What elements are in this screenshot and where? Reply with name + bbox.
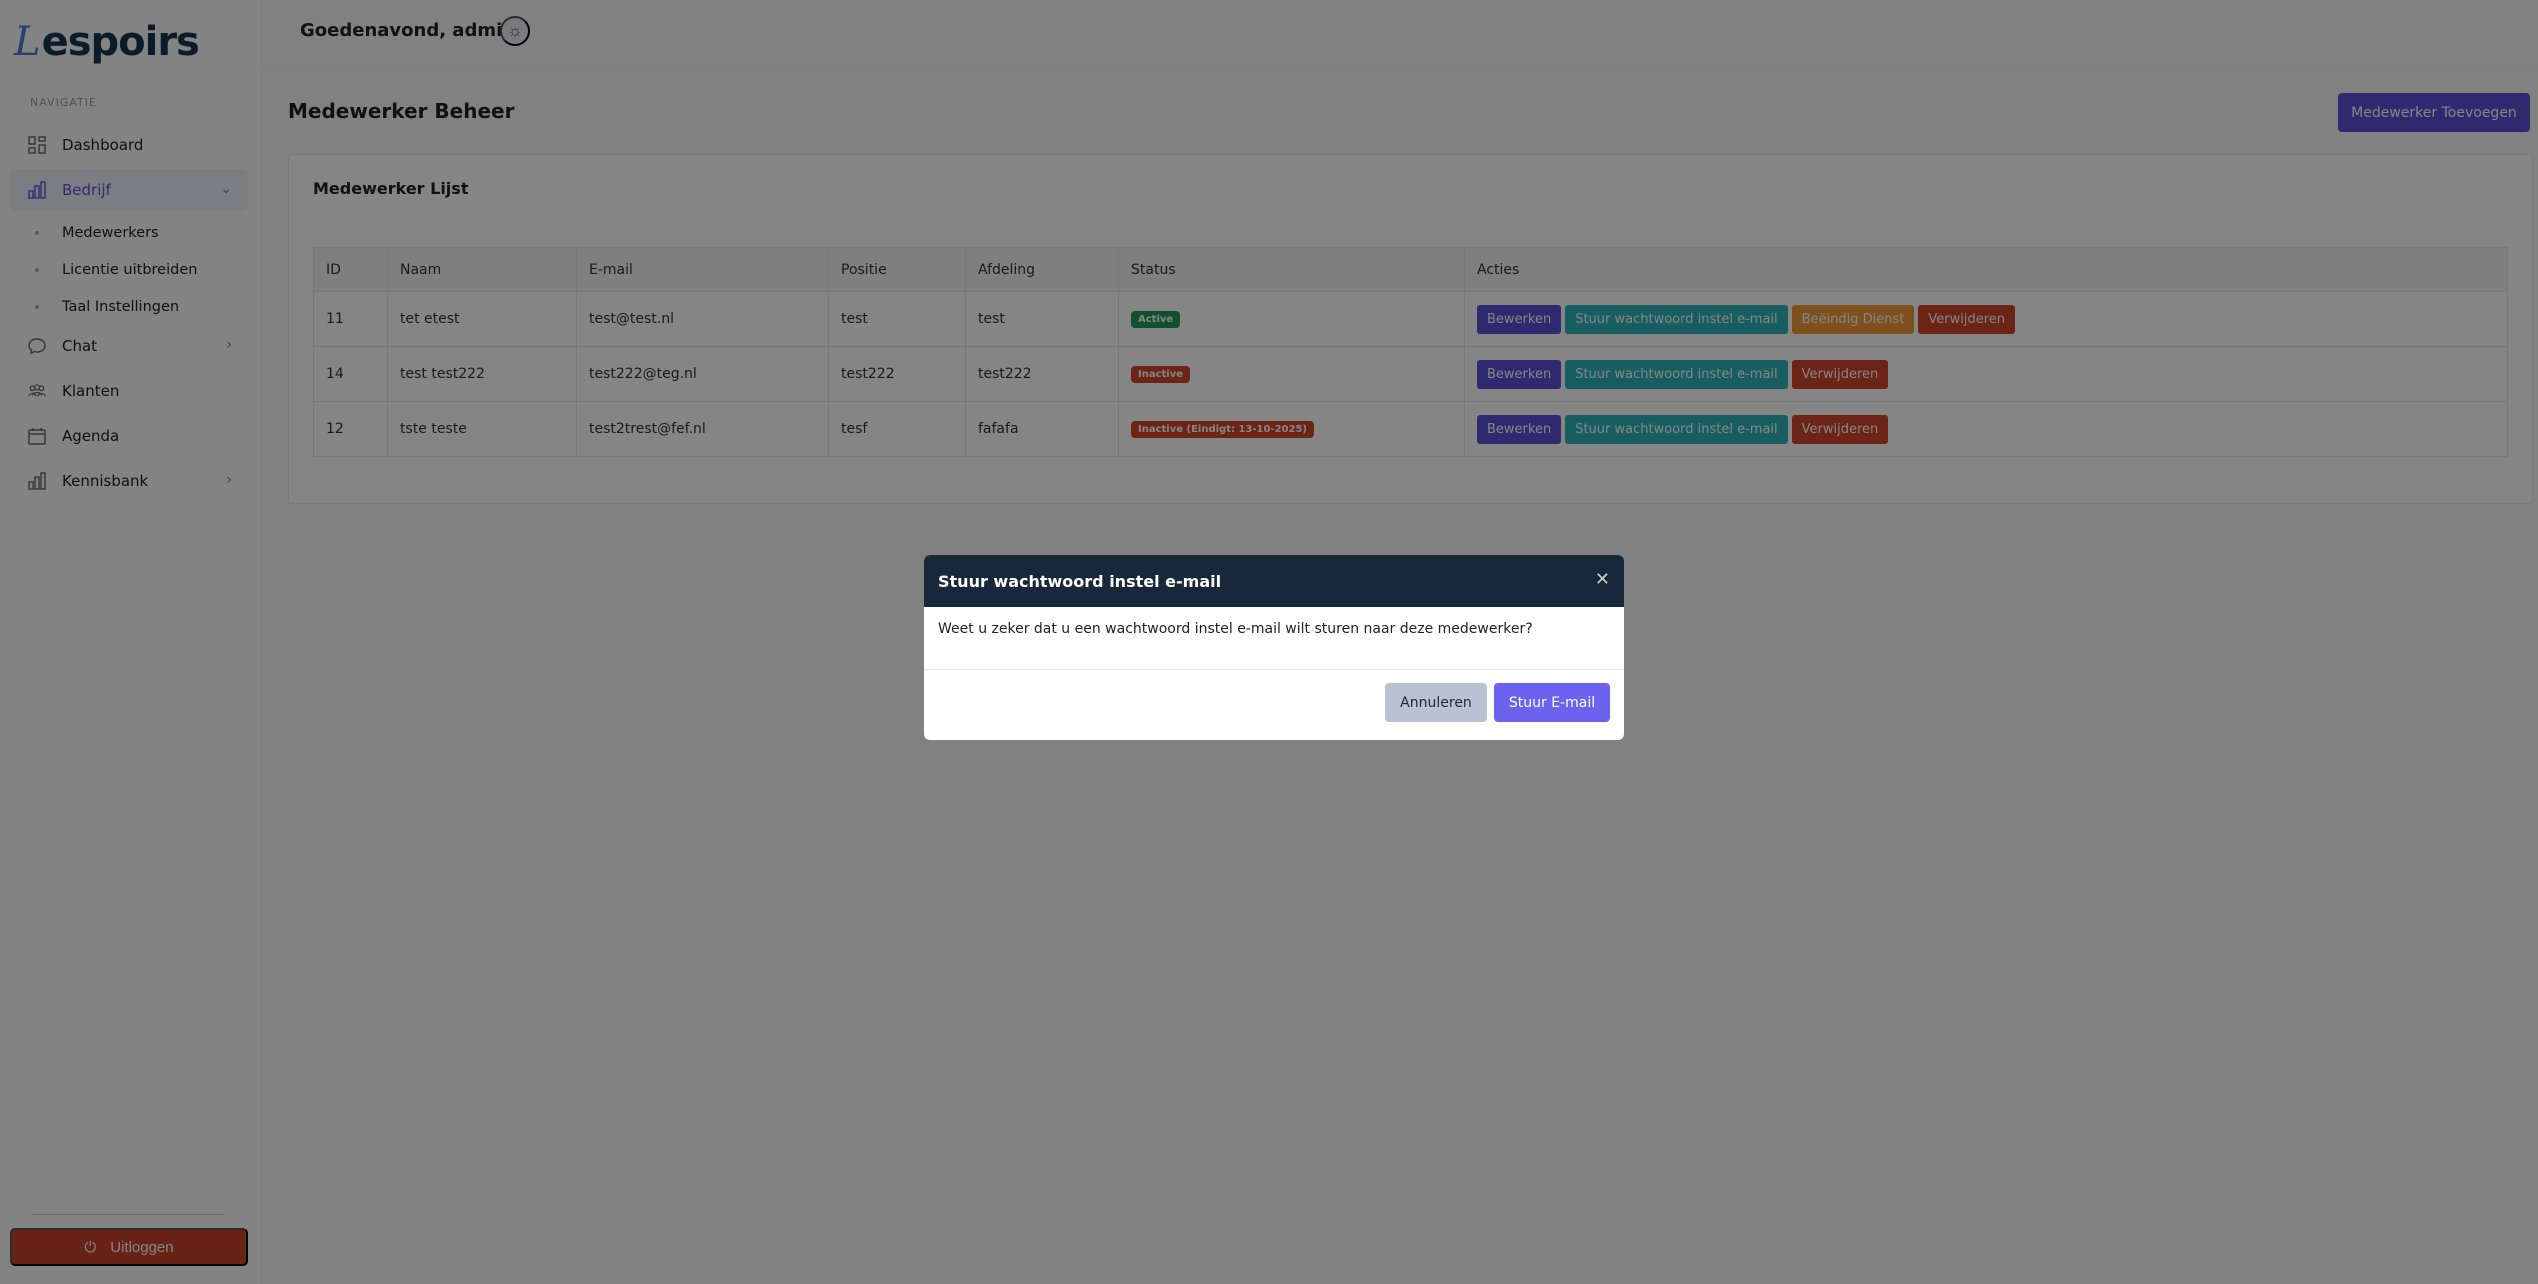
modal-title: Stuur wachtwoord instel e-mail [938, 571, 1222, 591]
confirm-modal: Stuur wachtwoord instel e-mail ✕ Weet u … [924, 555, 1624, 740]
cancel-button[interactable]: Annuleren [1385, 683, 1487, 722]
send-email-button[interactable]: Stuur E-mail [1494, 683, 1610, 722]
modal-footer: Annuleren Stuur E-mail [924, 670, 1624, 740]
modal-header: Stuur wachtwoord instel e-mail ✕ [924, 555, 1624, 607]
close-icon[interactable]: ✕ [1595, 569, 1610, 590]
modal-message: Weet u zeker dat u een wachtwoord instel… [924, 607, 1624, 670]
